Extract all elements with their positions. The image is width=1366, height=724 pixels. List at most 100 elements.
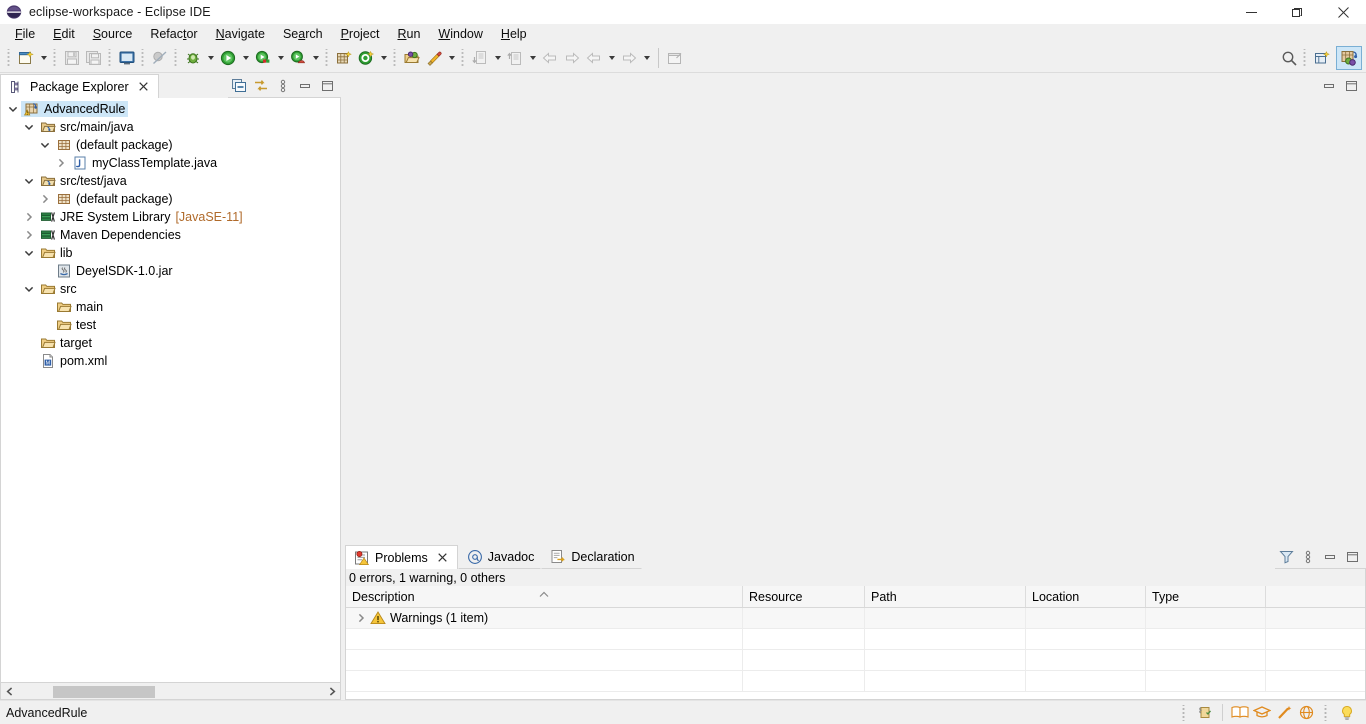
toolbar-grip-5[interactable] [173, 49, 180, 67]
tree-node-content[interactable]: Mpom.xml [37, 353, 110, 369]
menu-source[interactable]: Source [84, 26, 142, 42]
tab-package-explorer-close[interactable] [136, 79, 152, 95]
tree-node[interactable]: AdvancedRule [1, 100, 340, 118]
menu-refactor[interactable]: Refactor [141, 26, 206, 42]
column-header-description[interactable]: Description [346, 586, 743, 607]
new-annotation-dropdown[interactable] [377, 46, 390, 70]
tree-node[interactable]: src [1, 280, 340, 298]
tree-node-content[interactable]: main [53, 299, 106, 315]
tree-node-content[interactable]: target [37, 335, 95, 351]
tree-node-content[interactable]: (default package) [53, 137, 176, 153]
tree-node-content[interactable]: src/main/java [37, 119, 137, 135]
coverage-button[interactable] [252, 46, 274, 70]
toolbar-grip-6[interactable] [324, 49, 331, 67]
menu-window[interactable]: Window [429, 26, 491, 42]
toolbar-grip[interactable] [6, 49, 13, 67]
maximize-button[interactable] [1274, 0, 1320, 24]
tree-twisty[interactable] [21, 244, 37, 262]
toolbar-grip-2[interactable] [52, 49, 59, 67]
next-edit-dropdown[interactable] [640, 46, 653, 70]
tree-node[interactable]: target [1, 334, 340, 352]
next-annotation-dropdown[interactable] [526, 46, 539, 70]
previous-edit-dropdown[interactable] [605, 46, 618, 70]
hscroll-track[interactable] [18, 684, 323, 698]
new-button[interactable] [15, 46, 37, 70]
tree-node[interactable]: lib [1, 244, 340, 262]
tip-of-the-day-button[interactable] [1336, 703, 1358, 723]
run-dropdown[interactable] [239, 46, 252, 70]
maximize-panel-button[interactable] [1341, 546, 1363, 568]
tree-node[interactable]: Mpom.xml [1, 352, 340, 370]
tree-twisty[interactable] [37, 190, 53, 208]
tree-node-content[interactable]: (default package) [53, 191, 176, 207]
link-with-editor-button[interactable] [250, 75, 272, 97]
menu-navigate[interactable]: Navigate [207, 26, 274, 42]
save-all-button[interactable] [83, 46, 105, 70]
tree-node[interactable]: myClassTemplate.java [1, 154, 340, 172]
open-type-button[interactable] [401, 46, 423, 70]
tree-node-content[interactable]: lib [37, 245, 76, 261]
run-button[interactable] [217, 46, 239, 70]
maximize-view-button[interactable] [316, 75, 338, 97]
open-task-button[interactable] [423, 46, 445, 70]
problems-table[interactable]: DescriptionResourcePathLocationType Warn… [345, 586, 1366, 700]
tab-problems[interactable]: Problems [345, 545, 458, 569]
close-button[interactable] [1320, 0, 1366, 24]
tree-node-content[interactable]: myClassTemplate.java [69, 155, 220, 171]
row-twisty[interactable] [352, 613, 370, 623]
tab-declaration[interactable]: Declaration [541, 545, 641, 569]
table-row[interactable]: Warnings (1 item) [346, 608, 1365, 629]
tree-node[interactable]: JRE System Library[JavaSE-11] [1, 208, 340, 226]
tree-node[interactable]: (default package) [1, 136, 340, 154]
maximize-editor-button[interactable] [1340, 75, 1362, 97]
coverage-dropdown[interactable] [274, 46, 287, 70]
tree-node-content[interactable]: Maven Dependencies [37, 227, 184, 243]
explorer-hscrollbar[interactable] [0, 683, 341, 700]
tree-node-content[interactable]: AdvancedRule [21, 101, 128, 117]
problems-table-body[interactable]: Warnings (1 item) [346, 608, 1365, 699]
back-button[interactable] [539, 46, 561, 70]
new-java-project-button[interactable] [333, 46, 355, 70]
forward-button[interactable] [561, 46, 583, 70]
tree-twisty[interactable] [21, 208, 37, 226]
tips-graduate-button[interactable] [1251, 703, 1273, 723]
java-perspective-button[interactable] [1336, 46, 1362, 70]
tree-node[interactable]: src/main/java [1, 118, 340, 136]
help-book-button[interactable] [1229, 703, 1251, 723]
quick-access-button[interactable] [1278, 46, 1300, 70]
column-header-location[interactable]: Location [1026, 586, 1146, 607]
tree-twisty[interactable] [21, 280, 37, 298]
previous-annotation-dropdown[interactable] [491, 46, 504, 70]
new-annotation-button[interactable] [355, 46, 377, 70]
minimize-view-button[interactable] [294, 75, 316, 97]
column-header-resource[interactable]: Resource [743, 586, 865, 607]
perspective-grip[interactable] [1302, 49, 1309, 67]
minimize-editor-button[interactable] [1318, 75, 1340, 97]
tree-node-content[interactable]: test [53, 317, 99, 333]
minimize-button[interactable] [1228, 0, 1274, 24]
tree-twisty[interactable] [21, 226, 37, 244]
tab-javadoc[interactable]: Javadoc [458, 545, 542, 569]
minimize-panel-button[interactable] [1319, 546, 1341, 568]
tree-node[interactable]: main [1, 298, 340, 316]
next-annotation-button[interactable] [504, 46, 526, 70]
view-menu-button[interactable] [1297, 546, 1319, 568]
tree-node[interactable]: Maven Dependencies [1, 226, 340, 244]
menu-run[interactable]: Run [388, 26, 429, 42]
tree-twisty[interactable] [53, 154, 69, 172]
status-grip-2[interactable] [1323, 705, 1330, 721]
previous-annotation-button[interactable] [469, 46, 491, 70]
project-tree[interactable]: AdvancedRule src/main/java (default packag… [0, 98, 341, 683]
menu-help[interactable]: Help [492, 26, 536, 42]
whats-new-button[interactable] [1273, 703, 1295, 723]
tree-node[interactable]: src/test/java [1, 172, 340, 190]
new-java-class-button[interactable] [116, 46, 138, 70]
collapse-all-button[interactable] [228, 75, 250, 97]
external-tools-button[interactable] [287, 46, 309, 70]
menu-edit[interactable]: Edit [44, 26, 84, 42]
tab-problems-close[interactable] [435, 550, 451, 566]
tree-twisty[interactable] [37, 136, 53, 154]
menu-search[interactable]: Search [274, 26, 332, 42]
cell-description[interactable]: Warnings (1 item) [346, 608, 743, 629]
next-edit-button[interactable] [618, 46, 640, 70]
